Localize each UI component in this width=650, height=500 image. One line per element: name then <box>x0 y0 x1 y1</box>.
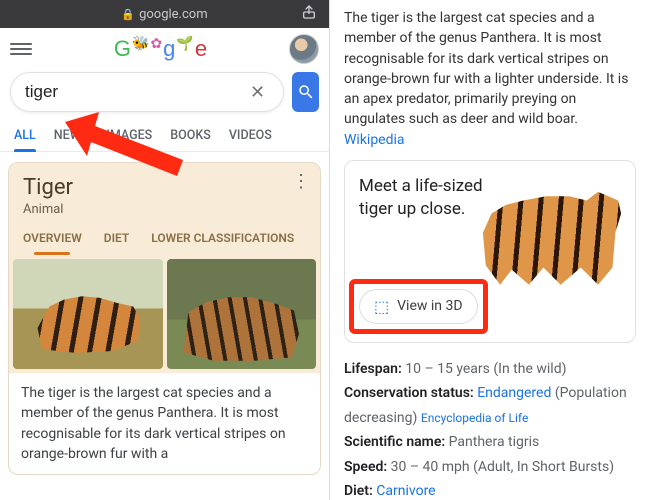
kp-subtitle: Animal <box>23 202 306 217</box>
wikipedia-link[interactable]: Wikipedia <box>344 132 405 148</box>
knowledge-panel: Tiger Animal ⋮ OVERVIEW DIET LOWER CLASS… <box>8 162 321 475</box>
intro-text: The tiger is the largest cat species and… <box>344 8 636 150</box>
lock-icon: 🔒 <box>121 8 135 21</box>
kp-description: The tiger is the largest cat species and… <box>9 373 320 474</box>
diet-link[interactable]: Carnivore <box>376 483 435 499</box>
tab-videos[interactable]: VIDEOS <box>229 120 272 151</box>
profile-avatar[interactable] <box>289 34 319 64</box>
view-3d-card: Meet a life-sized tiger up close. ⬚ View… <box>344 160 636 343</box>
tab-news[interactable]: NEWS <box>54 120 89 151</box>
kp-title: Tiger <box>23 175 306 200</box>
view-in-3d-button[interactable]: ⬚ View in 3D <box>359 289 478 324</box>
share-icon[interactable] <box>301 4 317 24</box>
search-button[interactable] <box>292 72 319 112</box>
google-logo[interactable]: G🐝✿g🌱e <box>32 36 289 62</box>
url-domain: google.com <box>139 7 208 22</box>
view-3d-label: View in 3D <box>397 298 462 314</box>
status-link[interactable]: Endangered <box>477 385 551 401</box>
facts-list: Lifespan: 10 – 15 years (In the wild) Co… <box>344 357 636 500</box>
kp-more-icon[interactable]: ⋮ <box>292 171 310 192</box>
kp-tab-overview[interactable]: OVERVIEW <box>23 231 82 255</box>
tab-all[interactable]: ALL <box>14 120 36 151</box>
tab-images[interactable]: IMAGES <box>106 120 152 151</box>
clear-search-icon[interactable]: ✕ <box>246 82 269 103</box>
cube-icon: ⬚ <box>374 297 389 316</box>
kp-image-2[interactable] <box>167 259 317 369</box>
tiger-3d-image <box>477 169 627 289</box>
kp-image-1[interactable] <box>13 259 163 369</box>
search-tabs: ALL NEWS IMAGES BOOKS VIDEOS <box>0 120 329 152</box>
hamburger-menu-icon[interactable] <box>10 43 32 55</box>
search-box[interactable]: ✕ <box>10 72 284 112</box>
browser-url-bar: 🔒 google.com <box>0 0 329 28</box>
kp-tab-lower[interactable]: LOWER CLASSIFICATIONS <box>151 231 294 255</box>
eol-link[interactable]: Encyclopedia of Life <box>421 411 528 425</box>
search-input[interactable] <box>25 82 246 102</box>
tab-books[interactable]: BOOKS <box>170 120 211 151</box>
kp-tab-diet[interactable]: DIET <box>104 231 130 255</box>
